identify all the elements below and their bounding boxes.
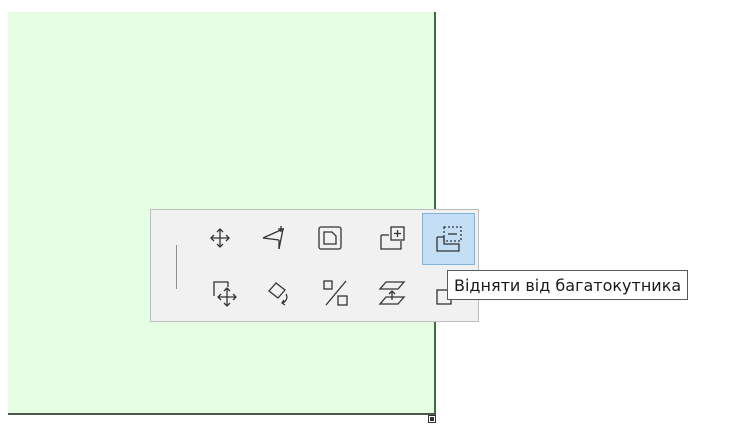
offset-edge-icon — [315, 223, 345, 253]
drag-node-button[interactable] — [255, 219, 293, 257]
polygon-edge-bottom[interactable] — [8, 413, 436, 415]
tooltip: Відняти від багатокутника — [447, 270, 689, 300]
drag-node-icon — [259, 223, 289, 253]
elevate-button[interactable] — [373, 274, 411, 312]
add-to-polygon-icon — [377, 223, 407, 253]
drag-copy-icon — [210, 278, 240, 308]
offset-edge-button[interactable] — [311, 219, 349, 257]
tooltip-text: Відняти від багатокутника — [454, 275, 682, 295]
drag-copy-button[interactable] — [206, 274, 244, 312]
resize-button[interactable] — [317, 274, 355, 312]
subtract-from-polygon-icon — [433, 224, 465, 254]
rotate-button[interactable] — [261, 274, 299, 312]
move-button[interactable] — [201, 219, 239, 257]
add-to-polygon-button[interactable] — [373, 219, 411, 257]
rotate-icon — [265, 278, 295, 308]
palette-grip-handle[interactable] — [176, 245, 177, 289]
elevate-icon — [377, 278, 407, 308]
subtract-from-polygon-button[interactable] — [422, 213, 475, 265]
resize-icon — [321, 278, 351, 308]
move-icon — [205, 223, 235, 253]
corner-node-icon[interactable] — [428, 408, 436, 423]
drawing-canvas[interactable]: Відняти від багатокутника — [0, 0, 735, 423]
pet-palette — [150, 209, 479, 322]
